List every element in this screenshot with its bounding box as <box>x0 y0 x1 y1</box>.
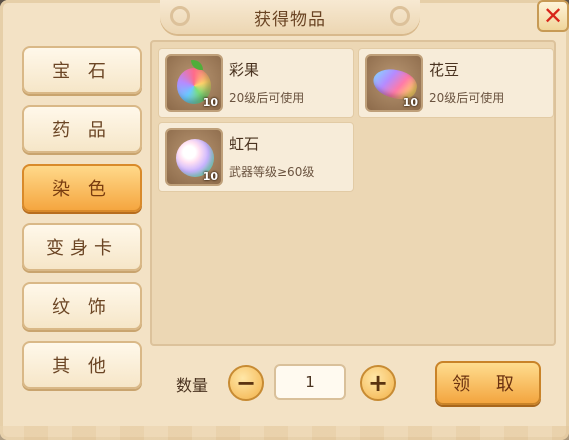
close-icon: ✕ <box>542 2 564 30</box>
item-card[interactable]: 10 虹石 武器等级≥60级 <box>158 122 354 192</box>
quantity-label: 数量 <box>176 376 209 395</box>
item-count: 10 <box>402 96 418 109</box>
title-banner: 获得物品 <box>160 0 420 34</box>
item-icon-frame: 10 <box>165 54 223 112</box>
tab-dye[interactable]: 染 色 <box>22 164 142 212</box>
tab-label: 宝 石 <box>52 61 112 82</box>
tab-gems[interactable]: 宝 石 <box>22 46 142 94</box>
item-name: 彩果 <box>229 61 260 79</box>
tab-label: 染 色 <box>52 179 112 200</box>
cloud-ornament-icon <box>390 6 410 26</box>
claim-button-label: 领 取 <box>452 374 524 395</box>
increase-quantity-button[interactable]: + <box>360 365 396 401</box>
reward-dialog: 获得物品 ✕ 宝 石 药 品 染 色 变身卡 纹 饰 其 他 10 彩果 20级… <box>0 0 569 440</box>
item-icon-frame: 10 <box>365 54 423 112</box>
item-requirement: 20级后可使用 <box>429 91 505 105</box>
quantity-input[interactable] <box>274 364 346 400</box>
item-grid: 10 彩果 20级后可使用 10 花豆 20级后可使用 10 虹石 武器等级≥6… <box>150 40 556 346</box>
item-count: 10 <box>202 96 218 109</box>
item-requirement: 武器等级≥60级 <box>229 165 315 179</box>
item-requirement: 20级后可使用 <box>229 91 305 105</box>
tab-label: 纹 饰 <box>52 297 112 318</box>
tab-label: 其 他 <box>52 356 112 377</box>
item-card[interactable]: 10 花豆 20级后可使用 <box>358 48 554 118</box>
tab-label: 变身卡 <box>46 238 118 259</box>
minus-icon: − <box>235 369 257 397</box>
tab-label: 药 品 <box>52 120 112 141</box>
tab-pattern[interactable]: 纹 饰 <box>22 282 142 330</box>
close-button[interactable]: ✕ <box>537 0 569 32</box>
plus-icon: + <box>367 369 389 397</box>
decrease-quantity-button[interactable]: − <box>228 365 264 401</box>
item-card[interactable]: 10 彩果 20级后可使用 <box>158 48 354 118</box>
item-count: 10 <box>202 170 218 183</box>
item-name: 花豆 <box>429 61 460 79</box>
dialog-title: 获得物品 <box>254 9 326 30</box>
claim-button[interactable]: 领 取 <box>435 361 541 405</box>
tab-transform-card[interactable]: 变身卡 <box>22 223 142 271</box>
cloud-ornament-icon <box>170 6 190 26</box>
item-icon-frame: 10 <box>165 128 223 186</box>
tab-potions[interactable]: 药 品 <box>22 105 142 153</box>
item-name: 虹石 <box>229 135 260 153</box>
category-sidebar: 宝 石 药 品 染 色 变身卡 纹 饰 其 他 <box>22 46 144 400</box>
tab-other[interactable]: 其 他 <box>22 341 142 389</box>
bottom-border-decoration <box>0 426 569 440</box>
